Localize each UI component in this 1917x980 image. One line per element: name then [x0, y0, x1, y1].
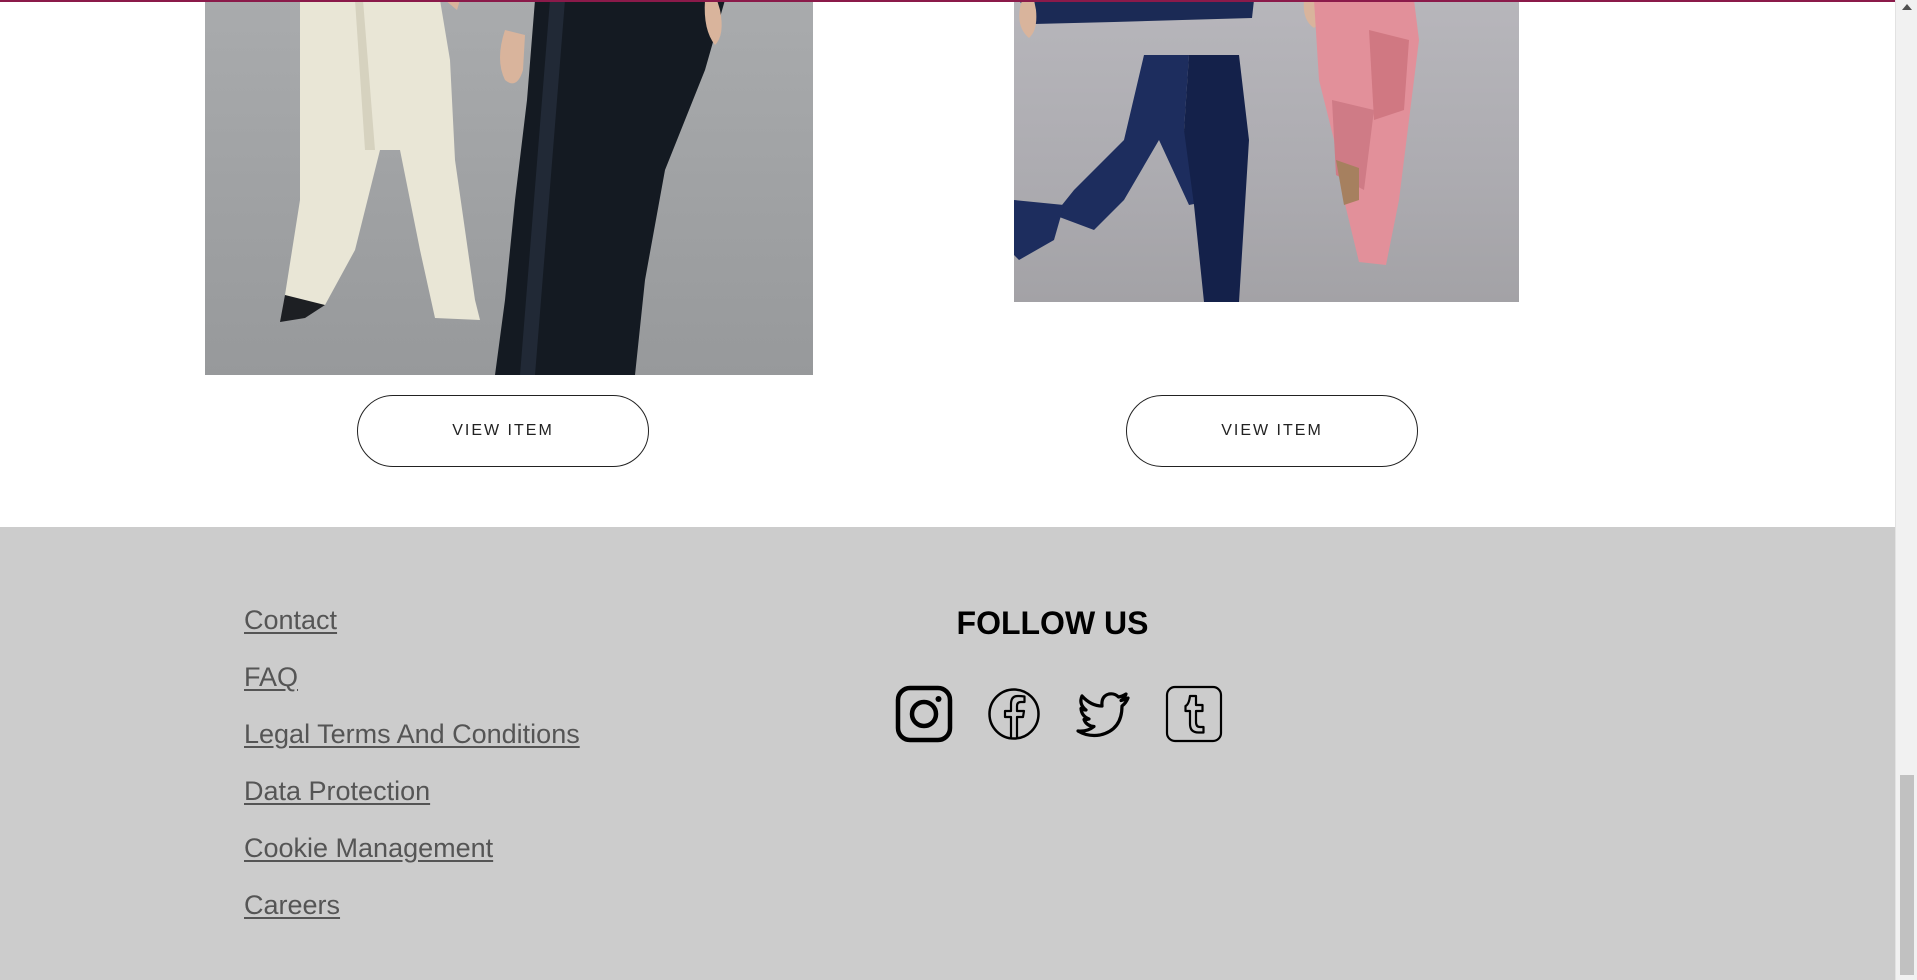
footer-link-item: Data Protection — [244, 776, 580, 833]
facebook-icon[interactable] — [985, 685, 1043, 743]
contact-link[interactable]: Contact — [244, 605, 337, 635]
vertical-scrollbar[interactable] — [1895, 0, 1917, 980]
tumblr-icon[interactable] — [1165, 685, 1223, 743]
footer-link-item: Legal Terms And Conditions — [244, 719, 580, 776]
footer-link-item: FAQ — [244, 662, 580, 719]
legal-terms-link[interactable]: Legal Terms And Conditions — [244, 719, 580, 749]
top-accent-bar — [0, 0, 1895, 2]
footer: Contact FAQ Legal Terms And Conditions D… — [0, 527, 1895, 980]
view-item-button-2[interactable]: VIEW ITEM — [1126, 395, 1418, 467]
careers-link[interactable]: Careers — [244, 890, 340, 920]
twitter-icon[interactable] — [1075, 685, 1133, 743]
scrollbar-thumb[interactable] — [1900, 775, 1914, 975]
follow-us-heading: FOLLOW US — [956, 605, 1149, 641]
footer-links: Contact FAQ Legal Terms And Conditions D… — [244, 605, 580, 947]
scroll-up-arrow-icon[interactable] — [1902, 4, 1912, 10]
page: VIEW ITEM VIEW ITEM Contact FAQ Legal Te… — [0, 0, 1895, 980]
footer-link-item: Careers — [244, 890, 580, 947]
faq-link[interactable]: FAQ — [244, 662, 298, 692]
cookie-management-link[interactable]: Cookie Management — [244, 833, 493, 863]
footer-link-item: Cookie Management — [244, 833, 580, 890]
data-protection-link[interactable]: Data Protection — [244, 776, 430, 806]
product-image-2[interactable] — [1014, 0, 1519, 302]
footer-link-item: Contact — [244, 605, 580, 662]
instagram-icon[interactable] — [895, 685, 953, 743]
view-item-button-1[interactable]: VIEW ITEM — [357, 395, 649, 467]
product-image-1[interactable] — [205, 0, 813, 375]
